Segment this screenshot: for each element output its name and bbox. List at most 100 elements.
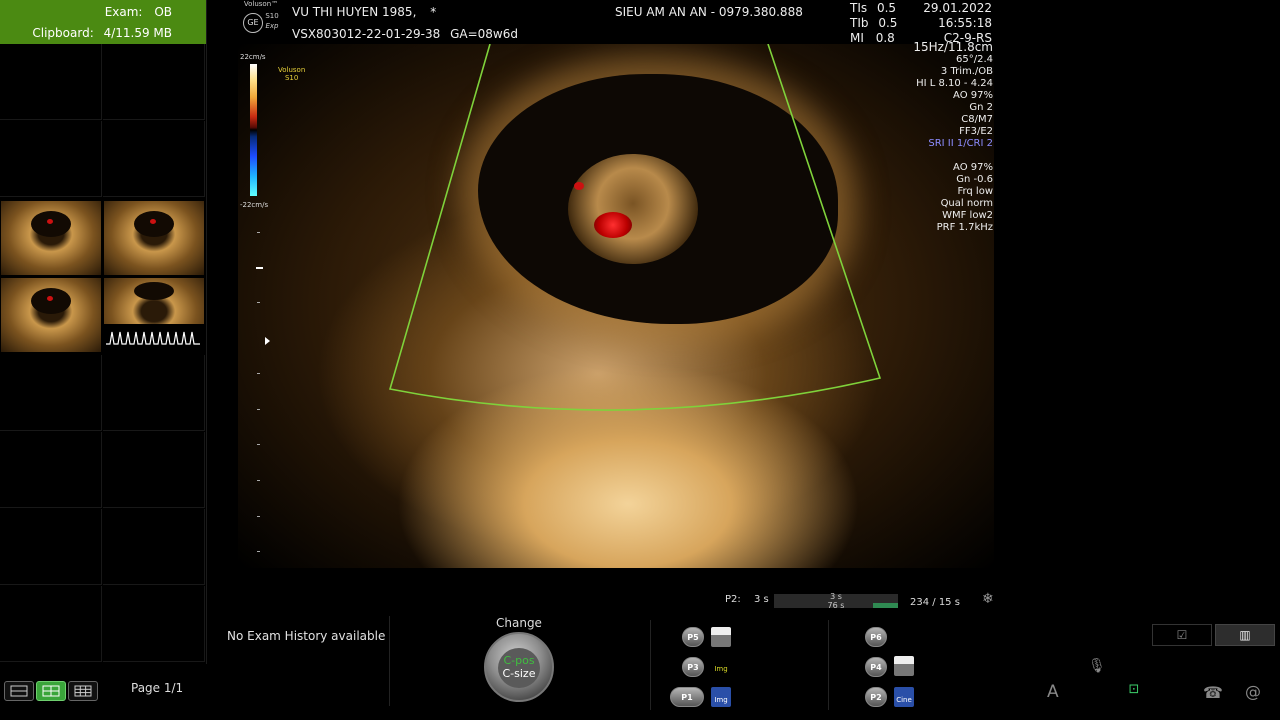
cine-frame-count: 234 / 15 s <box>910 597 960 608</box>
device-model: S10 <box>265 12 279 20</box>
clinic-name: SIEU AM AN AN - 0979.380.888 <box>615 5 803 19</box>
depth-tick <box>257 409 260 410</box>
exam-value: OB <box>154 5 172 19</box>
network-status-icon[interactable]: ⊡ <box>1124 682 1144 704</box>
cine-track-label-top: 3 s <box>830 592 842 601</box>
ultrasound-image[interactable] <box>238 44 994 568</box>
p3-button[interactable]: P3 <box>682 657 704 677</box>
clipboard-label: Clipboard: <box>32 26 94 40</box>
color-roi-sector[interactable] <box>238 44 994 568</box>
imaging-param: Frq low <box>957 186 993 197</box>
patient-name: VU THI HUYEN 1985, <box>292 5 417 19</box>
mi-label: MI <box>850 31 864 45</box>
exam-history-status: No Exam History available <box>227 629 386 643</box>
grid-cell <box>0 432 102 508</box>
depth-tick <box>257 232 260 233</box>
grid-cell <box>0 44 102 120</box>
knob-label-csize: C-size <box>502 667 536 680</box>
depth-tick <box>257 480 260 481</box>
p2-button[interactable]: P2 <box>865 687 887 707</box>
velocity-colorbar <box>250 64 257 196</box>
divider <box>389 616 390 706</box>
clipboard-thumbnail-1[interactable] <box>1 201 101 275</box>
layout-single-button[interactable] <box>4 681 34 701</box>
imaging-param: PRF 1.7kHz <box>936 222 993 233</box>
patient-name-line: VU THI HUYEN 1985, * <box>292 5 436 19</box>
p4-button[interactable]: P4 <box>865 657 887 677</box>
depth-tick <box>257 302 260 303</box>
depth-tick <box>257 444 260 445</box>
safety-indices: TIs 0.5 TIb 0.5 MI 0.8 <box>850 1 897 46</box>
imaging-param: 15Hz/11.8cm <box>913 40 993 54</box>
save-image-icon: Img <box>711 687 731 707</box>
freeze-snowflake-icon[interactable]: ❄ <box>982 591 994 607</box>
depth-tick <box>257 551 260 552</box>
text-annotation-icon[interactable]: A <box>1047 682 1059 702</box>
imaging-param: SRI II 1/CRI 2 <box>928 138 993 149</box>
colorbar-min-label: -22cm/s <box>240 201 269 209</box>
layout-grid-3-icon <box>74 685 92 697</box>
cine-label: P2: <box>725 594 741 605</box>
cine-info: P2: 3 s <box>725 594 769 605</box>
p5-button[interactable]: P5 <box>682 627 704 647</box>
imaging-param: AO 97% <box>953 90 993 101</box>
gestational-age: GA=08w6d <box>450 27 518 41</box>
focus-marker <box>256 267 263 269</box>
clipboard-thumbnail-grid <box>0 44 206 664</box>
knob-label-cpos: C-pos <box>503 654 535 667</box>
grid-cell <box>0 586 102 662</box>
microphone-muted-icon[interactable]: 🎙 <box>1088 658 1106 674</box>
divider <box>650 620 651 710</box>
ge-logo-icon: GE <box>243 13 263 33</box>
imaging-param: WMF low2 <box>942 210 993 221</box>
layout-grid-2-icon <box>42 685 60 697</box>
watermark-brand: Voluson <box>278 66 306 74</box>
grid-cell <box>103 355 205 431</box>
clipboard-thumbnail-3[interactable] <box>1 278 101 352</box>
clipboard-value: 4/11.59 MB <box>103 26 172 40</box>
p6-button[interactable]: P6 <box>865 627 887 647</box>
grid-cell <box>103 44 205 120</box>
focal-zone-arrow-icon[interactable] <box>265 337 270 345</box>
imaging-parameters: 15Hz/11.8cm 65°/2.4 3 Trim./OB HI L 8.10 - … <box>905 40 993 234</box>
clipboard-thumbnail-2[interactable] <box>104 201 204 275</box>
report-check-button[interactable]: ☑ <box>1152 624 1212 646</box>
knob-title: Change <box>496 616 542 630</box>
imaging-param: Qual norm <box>940 198 993 209</box>
voluson-watermark: Voluson S10 <box>278 66 305 82</box>
layout-grid-3-button[interactable] <box>68 681 98 701</box>
exam-id-line: VSX803012-22-01-29-38 GA=08w6d <box>292 27 518 41</box>
mi-value: 0.8 <box>875 31 895 45</box>
imaging-param: 65°/2.4 <box>956 54 993 65</box>
clipboard-line: Clipboard: 4/11.59 MB <box>32 26 172 40</box>
color-printer-icon <box>894 656 914 676</box>
device-edition: Exp <box>265 22 279 30</box>
imaging-param <box>905 150 993 162</box>
save-cine-icon: Cine <box>894 687 914 707</box>
grid-cell <box>0 355 102 431</box>
page-indicator: Page 1/1 <box>131 681 184 695</box>
remote-service-phone-icon[interactable]: ☎ <box>1203 683 1223 702</box>
grid-cell <box>103 509 205 585</box>
imaging-param: AO 97% <box>953 162 993 173</box>
grid-cell <box>103 432 205 508</box>
email-at-icon[interactable]: @ <box>1245 682 1261 701</box>
colorbar-max-label: 22cm/s <box>240 53 266 61</box>
worksheet-chart-button[interactable]: ▥ <box>1215 624 1275 646</box>
doppler-waveform <box>104 324 204 352</box>
printer-icon <box>711 627 731 647</box>
exam-header: Exam: OB Clipboard: 4/11.59 MB <box>0 0 206 44</box>
p1-button[interactable]: P1 <box>670 687 704 707</box>
depth-tick <box>257 516 260 517</box>
watermark-model: S10 <box>284 74 299 82</box>
imaging-param: C8/M7 <box>961 114 993 125</box>
tib-value: 0.5 <box>878 16 898 30</box>
layout-grid-2-button[interactable] <box>36 681 66 701</box>
grid-cell <box>103 586 205 662</box>
grid-cell <box>0 509 102 585</box>
grid-cell <box>103 121 205 197</box>
cine-duration: 3 s <box>753 594 769 605</box>
divider <box>828 620 829 710</box>
exam-time: 16:55:18 <box>938 16 992 30</box>
clipboard-thumbnail-4[interactable] <box>104 278 204 352</box>
